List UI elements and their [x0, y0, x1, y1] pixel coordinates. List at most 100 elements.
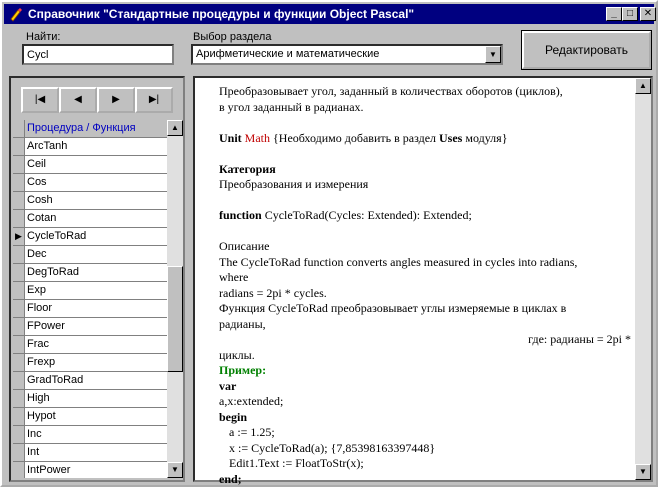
category-title: Категория: [219, 161, 276, 176]
current-row-indicator: ▶: [13, 228, 25, 246]
row-indicator: [13, 408, 25, 426]
header-indicator: [13, 120, 25, 138]
row-indicator: [13, 192, 25, 210]
intro-line-2: в угол заданный в радианах.: [219, 99, 364, 114]
scroll-down-icon[interactable]: ▼: [167, 462, 183, 478]
app-icon: [10, 8, 22, 22]
grid-row[interactable]: Dec: [25, 246, 169, 264]
edit-button[interactable]: Редактировать: [521, 30, 652, 70]
description-scrollbar[interactable]: ▲ ▼: [635, 78, 651, 480]
unit-name: Math: [244, 130, 271, 145]
row-indicator: [13, 174, 25, 192]
desc-en-1: The CycleToRad function converts angles …: [219, 254, 578, 269]
procedure-grid: Процедура / Функция ArcTanh Ceil Cos Cosh Co…: [13, 120, 169, 478]
unit-note-a: {Необходимо добавить в раздел: [270, 130, 440, 145]
nav-last-button[interactable]: ▶|: [135, 87, 173, 113]
row-indicator: [13, 318, 25, 336]
code-line-3: Edit1.Text := FloatToStr(x);: [229, 456, 364, 470]
row-indicator: [13, 210, 25, 228]
code-var: var: [219, 378, 237, 393]
grid-row[interactable]: CycleToRad: [25, 228, 169, 246]
search-label: Найти:: [26, 31, 61, 43]
row-indicator: [13, 282, 25, 300]
intro-line-1: Преобразовывает угол, заданный в количес…: [219, 84, 563, 98]
uses-keyword: Uses: [439, 130, 463, 145]
close-button[interactable]: ✕: [640, 7, 656, 21]
example-title: Пример:: [219, 363, 267, 377]
code-begin: begin: [219, 409, 248, 424]
main-window: Справочник "Стандартные процедуры и функ…: [0, 0, 658, 487]
row-indicator: [13, 354, 25, 372]
desc-en-2: where: [219, 270, 249, 284]
grid-row[interactable]: Exp: [25, 282, 169, 300]
section-label: Выбор раздела: [193, 31, 272, 43]
row-indicator: [13, 264, 25, 282]
section-selected-value: Арифметические и математические: [196, 48, 380, 60]
minimize-icon: _: [611, 8, 617, 19]
row-indicator: [13, 390, 25, 408]
row-indicator: [13, 426, 25, 444]
unit-note-b: модуля}: [462, 130, 508, 145]
description-title: Описание: [219, 239, 270, 253]
code-line-2: x := CycleToRad(a); {7,85398163397448}: [229, 440, 436, 455]
grid-row[interactable]: Int: [25, 444, 169, 462]
row-indicator: [13, 300, 25, 318]
desc-ru-3: где: радианы = 2pi *: [528, 332, 631, 346]
grid-row[interactable]: DegToRad: [25, 264, 169, 282]
grid-row[interactable]: High: [25, 390, 169, 408]
procedure-list-panel: |◀ ◀ ▶ ▶| Процедура / Функция ArcTanh Cei…: [9, 76, 185, 482]
scroll-down-icon[interactable]: ▼: [635, 464, 651, 480]
nav-prev-button[interactable]: ◀: [59, 87, 97, 113]
nav-first-button[interactable]: |◀: [21, 87, 59, 113]
function-keyword: function: [219, 208, 262, 222]
minimize-button[interactable]: _: [606, 7, 622, 21]
scroll-up-icon[interactable]: ▲: [167, 120, 183, 136]
grid-row[interactable]: Cotan: [25, 210, 169, 228]
row-indicator: [13, 138, 25, 156]
unit-keyword: Unit: [219, 130, 242, 145]
row-indicator: [13, 444, 25, 462]
grid-row[interactable]: Floor: [25, 300, 169, 318]
row-indicator: [13, 462, 25, 478]
maximize-button[interactable]: □: [622, 7, 638, 21]
search-input[interactable]: [22, 44, 174, 65]
grid-row[interactable]: Cosh: [25, 192, 169, 210]
grid-row[interactable]: GradToRad: [25, 372, 169, 390]
desc-en-3: radians = 2pi * cycles.: [219, 285, 327, 300]
description-text: Преобразовывает угол, заданный в количес…: [219, 84, 639, 487]
close-icon: ✕: [643, 8, 653, 19]
row-indicator: [13, 372, 25, 390]
grid-row[interactable]: Cos: [25, 174, 169, 192]
code-decl: a,x:extended;: [219, 394, 284, 408]
chevron-down-icon[interactable]: ▼: [485, 46, 501, 63]
nav-next-button[interactable]: ▶: [97, 87, 135, 113]
desc-ru-2: радианы,: [219, 316, 266, 331]
description-pane[interactable]: Преобразовывает угол, заданный в количес…: [193, 76, 653, 486]
section-select[interactable]: Арифметические и математические ▼: [191, 44, 503, 65]
function-sig: CycleToRad(Cycles: Extended): Extended;: [261, 208, 472, 222]
grid-row[interactable]: Frac: [25, 336, 169, 354]
navigator-bar: |◀ ◀ ▶ ▶|: [21, 87, 173, 113]
grid-row[interactable]: ArcTanh: [25, 138, 169, 156]
function-signature: function CycleToRad(Cycles: Extended): E…: [219, 208, 639, 224]
code-line-1: a := 1.25;: [229, 425, 275, 439]
row-indicator: [13, 246, 25, 264]
window-title: Справочник "Стандартные процедуры и функ…: [28, 7, 415, 21]
row-indicator: [13, 336, 25, 354]
list-scroll-thumb[interactable]: [167, 266, 183, 372]
grid-row[interactable]: Inc: [25, 426, 169, 444]
desc-ru-1: Функция CycleToRad преобразовывает углы …: [219, 301, 567, 315]
grid-header: Процедура / Функция: [13, 120, 169, 138]
grid-row[interactable]: Hypot: [25, 408, 169, 426]
unit-line: Unit Math {Необходимо добавить в раздел …: [219, 131, 639, 147]
grid-column-header[interactable]: Процедура / Функция: [25, 120, 169, 138]
code-end: end;: [219, 471, 242, 486]
grid-row[interactable]: Frexp: [25, 354, 169, 372]
desc-ru-4: циклы.: [219, 347, 255, 362]
scroll-up-icon[interactable]: ▲: [635, 78, 651, 94]
title-bar[interactable]: Справочник "Стандартные процедуры и функ…: [4, 4, 656, 24]
list-scrollbar[interactable]: ▲ ▼: [167, 120, 183, 478]
grid-row[interactable]: FPower: [25, 318, 169, 336]
grid-row[interactable]: IntPower: [25, 462, 169, 478]
grid-row[interactable]: Ceil: [25, 156, 169, 174]
